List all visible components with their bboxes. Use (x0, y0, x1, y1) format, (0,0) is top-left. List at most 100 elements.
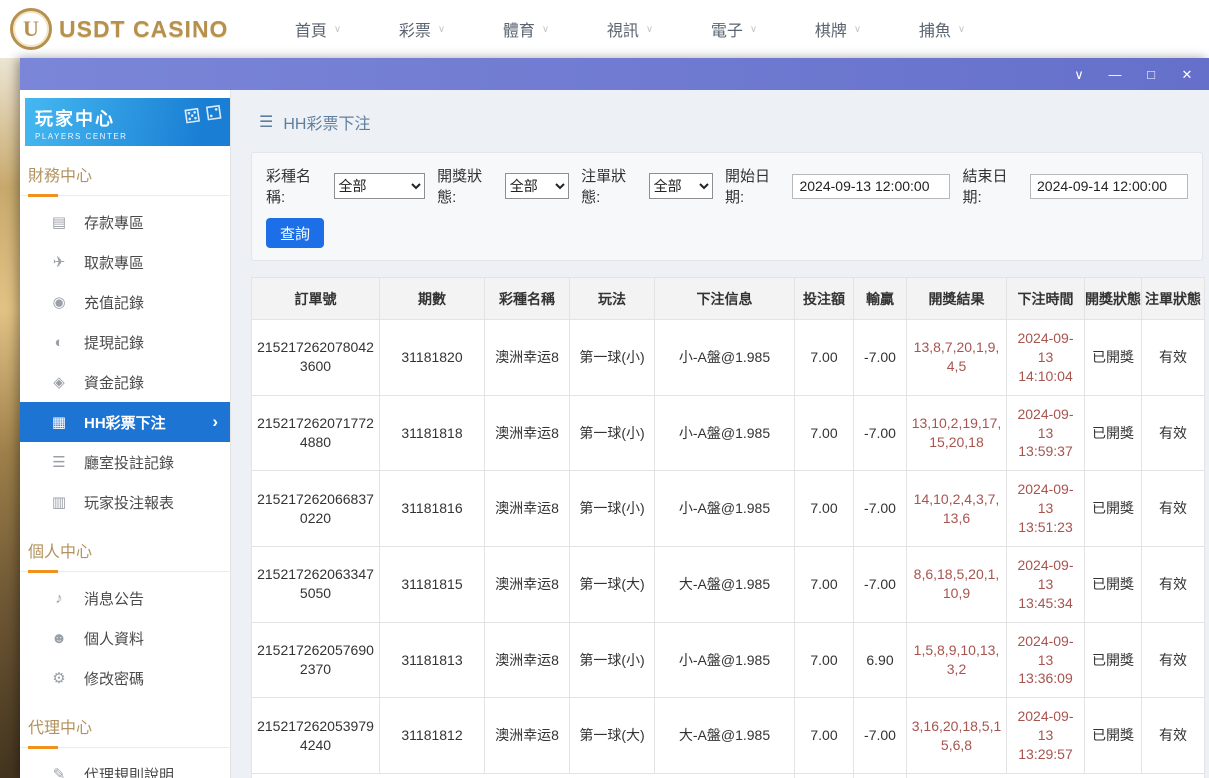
search-button[interactable]: 查詢 (266, 218, 324, 248)
column-header-play-type: 玩法 (570, 278, 655, 320)
sidebar-item-label: 資金記錄 (84, 372, 144, 393)
cell-draw-status: 已開獎 (1085, 698, 1142, 774)
sidebar-item-profile[interactable]: ☻個人資料 (20, 618, 230, 658)
sidebar-item-hh-lottery-bet[interactable]: ▦HH彩票下注› (20, 402, 230, 442)
draw-status-select[interactable]: 全部 (505, 173, 569, 199)
sidebar-item-announcements[interactable]: ♪消息公告 (20, 578, 230, 618)
sidebar-item-hall-bet-record[interactable]: ☰ 廳室投註記錄 (20, 442, 230, 482)
cell-draw-result: 13,8,7,20,1,9,4,5 (907, 320, 1007, 396)
nav-item-label: 首頁 (295, 17, 327, 41)
sidebar-item-label: 代理規則說明 (84, 764, 174, 778)
summary-row: 當前頁統計42.00-28.10 (252, 774, 1205, 778)
nav-item-1[interactable]: 彩票∨ (370, 17, 474, 41)
menu-toggle-icon[interactable]: ☰ (259, 112, 273, 132)
table-row: 215217262066837022031181816澳洲幸运8第一球(小)小-… (252, 471, 1205, 547)
players-center-subtitle: PLAYERS CENTER (35, 132, 220, 141)
page-title: HH彩票下注 (283, 110, 370, 134)
cell-draw-status: 已開獎 (1085, 547, 1142, 623)
column-header-draw-result: 開獎結果 (907, 278, 1007, 320)
player-report-icon: ▥ (50, 493, 68, 511)
cell-order-no: 2152172620539794240 (252, 698, 380, 774)
summary-win-loss: -28.10 (854, 774, 907, 778)
sidebar-item-player-bet-report[interactable]: ▥玩家投注報表 (20, 482, 230, 522)
cell-lottery-name: 澳洲幸运8 (485, 622, 570, 698)
main-content: ☰ HH彩票下注 彩種名稱: 全部 開獎狀態: 全部 (231, 90, 1209, 778)
sidebar-item-change-password[interactable]: ⚙修改密碼 (20, 658, 230, 698)
sidebar-item-withdraw-record[interactable]: ◐提現記錄 (20, 322, 230, 362)
cell-order-status: 有效 (1142, 395, 1205, 471)
sidebar-item-label: 廳室投註記錄 (84, 452, 174, 473)
cell-order-status: 有效 (1142, 622, 1205, 698)
cell-bet-info: 大-A盤@1.985 (655, 547, 795, 623)
cell-bet-time: 2024-09-13 13:36:09 (1007, 622, 1085, 698)
section-underline (28, 746, 58, 749)
sidebar-item-agent-rules[interactable]: ✎代理規則說明 (20, 754, 230, 778)
usdt-casino-logo[interactable]: U USDT CASINO (0, 8, 232, 50)
hall-bet-record-icon: ☰ (50, 453, 68, 471)
end-date-input[interactable] (1030, 174, 1188, 199)
sidebar-item-recharge-record[interactable]: ◉ 充值記錄 (20, 282, 230, 322)
cell-order-no: 2152172620780423600 (252, 320, 380, 396)
order-status-select[interactable]: 全部 (649, 173, 713, 199)
nav-item-label: 捕魚 (919, 17, 951, 41)
lottery-name-select[interactable]: 全部 (334, 173, 426, 199)
cell-draw-result: 1,5,8,9,10,13,3,2 (907, 622, 1007, 698)
nav-item-4[interactable]: 電子∨ (682, 17, 786, 41)
nav-item-2[interactable]: 體育∨ (474, 17, 578, 41)
nav-item-0[interactable]: 首頁∨ (266, 17, 370, 41)
nav-item-3[interactable]: 視訊∨ (578, 17, 682, 41)
gear-icon: ⚙ (50, 669, 68, 687)
chevron-down-icon: ∨ (438, 24, 445, 35)
cell-win-loss: -7.00 (854, 547, 907, 623)
recharge-record-icon: ◉ (50, 293, 68, 311)
cell-bet-time: 2024-09-13 13:51:23 (1007, 471, 1085, 547)
cell-bet-info: 小-A盤@1.985 (655, 471, 795, 547)
cell-bet-info: 大-A盤@1.985 (655, 698, 795, 774)
chevron-down-icon: ∨ (542, 24, 549, 35)
summary-label: 當前頁統計 (252, 774, 795, 778)
window-close-icon[interactable]: ✕ (1179, 68, 1195, 81)
withdraw-icon: ✈ (50, 253, 68, 271)
sidebar-item-funds-record[interactable]: ◈資金記錄 (20, 362, 230, 402)
sidebar-item-label: 存款專區 (84, 212, 144, 233)
screen: U USDT CASINO 首頁∨彩票∨體育∨視訊∨電子∨棋牌∨捕魚∨ ∨ — … (0, 0, 1209, 778)
column-header-bet-info: 下注信息 (655, 278, 795, 320)
cell-win-loss: -7.00 (854, 395, 907, 471)
nav-item-5[interactable]: 棋牌 ∨ (786, 17, 890, 41)
cell-bet-amount: 7.00 (795, 395, 854, 471)
window-collapse-icon[interactable]: ∨ (1071, 68, 1087, 81)
nav-item-label: 棋牌 (815, 17, 847, 41)
players-center-header: 玩家中心 PLAYERS CENTER ⚄ ⚁ (25, 98, 230, 146)
draw-status-label: 開獎狀態: (437, 165, 500, 207)
sidebar-item-label: 取款專區 (84, 252, 144, 273)
cell-lottery-name: 澳洲幸运8 (485, 395, 570, 471)
cell-bet-amount: 7.00 (795, 547, 854, 623)
nav-item-6[interactable]: 捕魚∨ (890, 17, 994, 41)
summary-bet-amount: 42.00 (795, 774, 854, 778)
chevron-down-icon: ∨ (854, 24, 861, 35)
page-background (0, 58, 20, 778)
cell-draw-status: 已開獎 (1085, 395, 1142, 471)
window-titlebar: ∨ — □ ✕ (20, 58, 1209, 90)
section-underline (28, 570, 58, 573)
lottery-name-label: 彩種名稱: (266, 165, 329, 207)
table-row: 215217262078042360031181820澳洲幸运8第一球(小)小-… (252, 320, 1205, 396)
window-maximize-icon[interactable]: □ (1143, 68, 1159, 81)
sidebar-item-label: 充值記錄 (84, 292, 144, 313)
cell-order-no: 2152172620668370220 (252, 471, 380, 547)
cell-lottery-name: 澳洲幸运8 (485, 471, 570, 547)
order-status-label: 注單狀態: (581, 165, 644, 207)
logo-text: USDT CASINO (59, 16, 228, 43)
sidebar-item-deposit[interactable]: ▤存款專區 (20, 202, 230, 242)
window-minimize-icon[interactable]: — (1107, 68, 1123, 81)
cell-bet-info: 小-A盤@1.985 (655, 622, 795, 698)
withdraw-record-icon: ◐ (50, 334, 68, 351)
cell-draw-result: 13,10,2,19,17,15,20,18 (907, 395, 1007, 471)
cell-bet-amount: 7.00 (795, 698, 854, 774)
cell-bet-time: 2024-09-13 13:59:37 (1007, 395, 1085, 471)
sidebar-item-withdraw[interactable]: ✈ 取款專區 (20, 242, 230, 282)
cell-period: 31181816 (380, 471, 485, 547)
cell-bet-amount: 7.00 (795, 320, 854, 396)
start-date-input[interactable] (792, 174, 950, 199)
cell-bet-amount: 7.00 (795, 622, 854, 698)
